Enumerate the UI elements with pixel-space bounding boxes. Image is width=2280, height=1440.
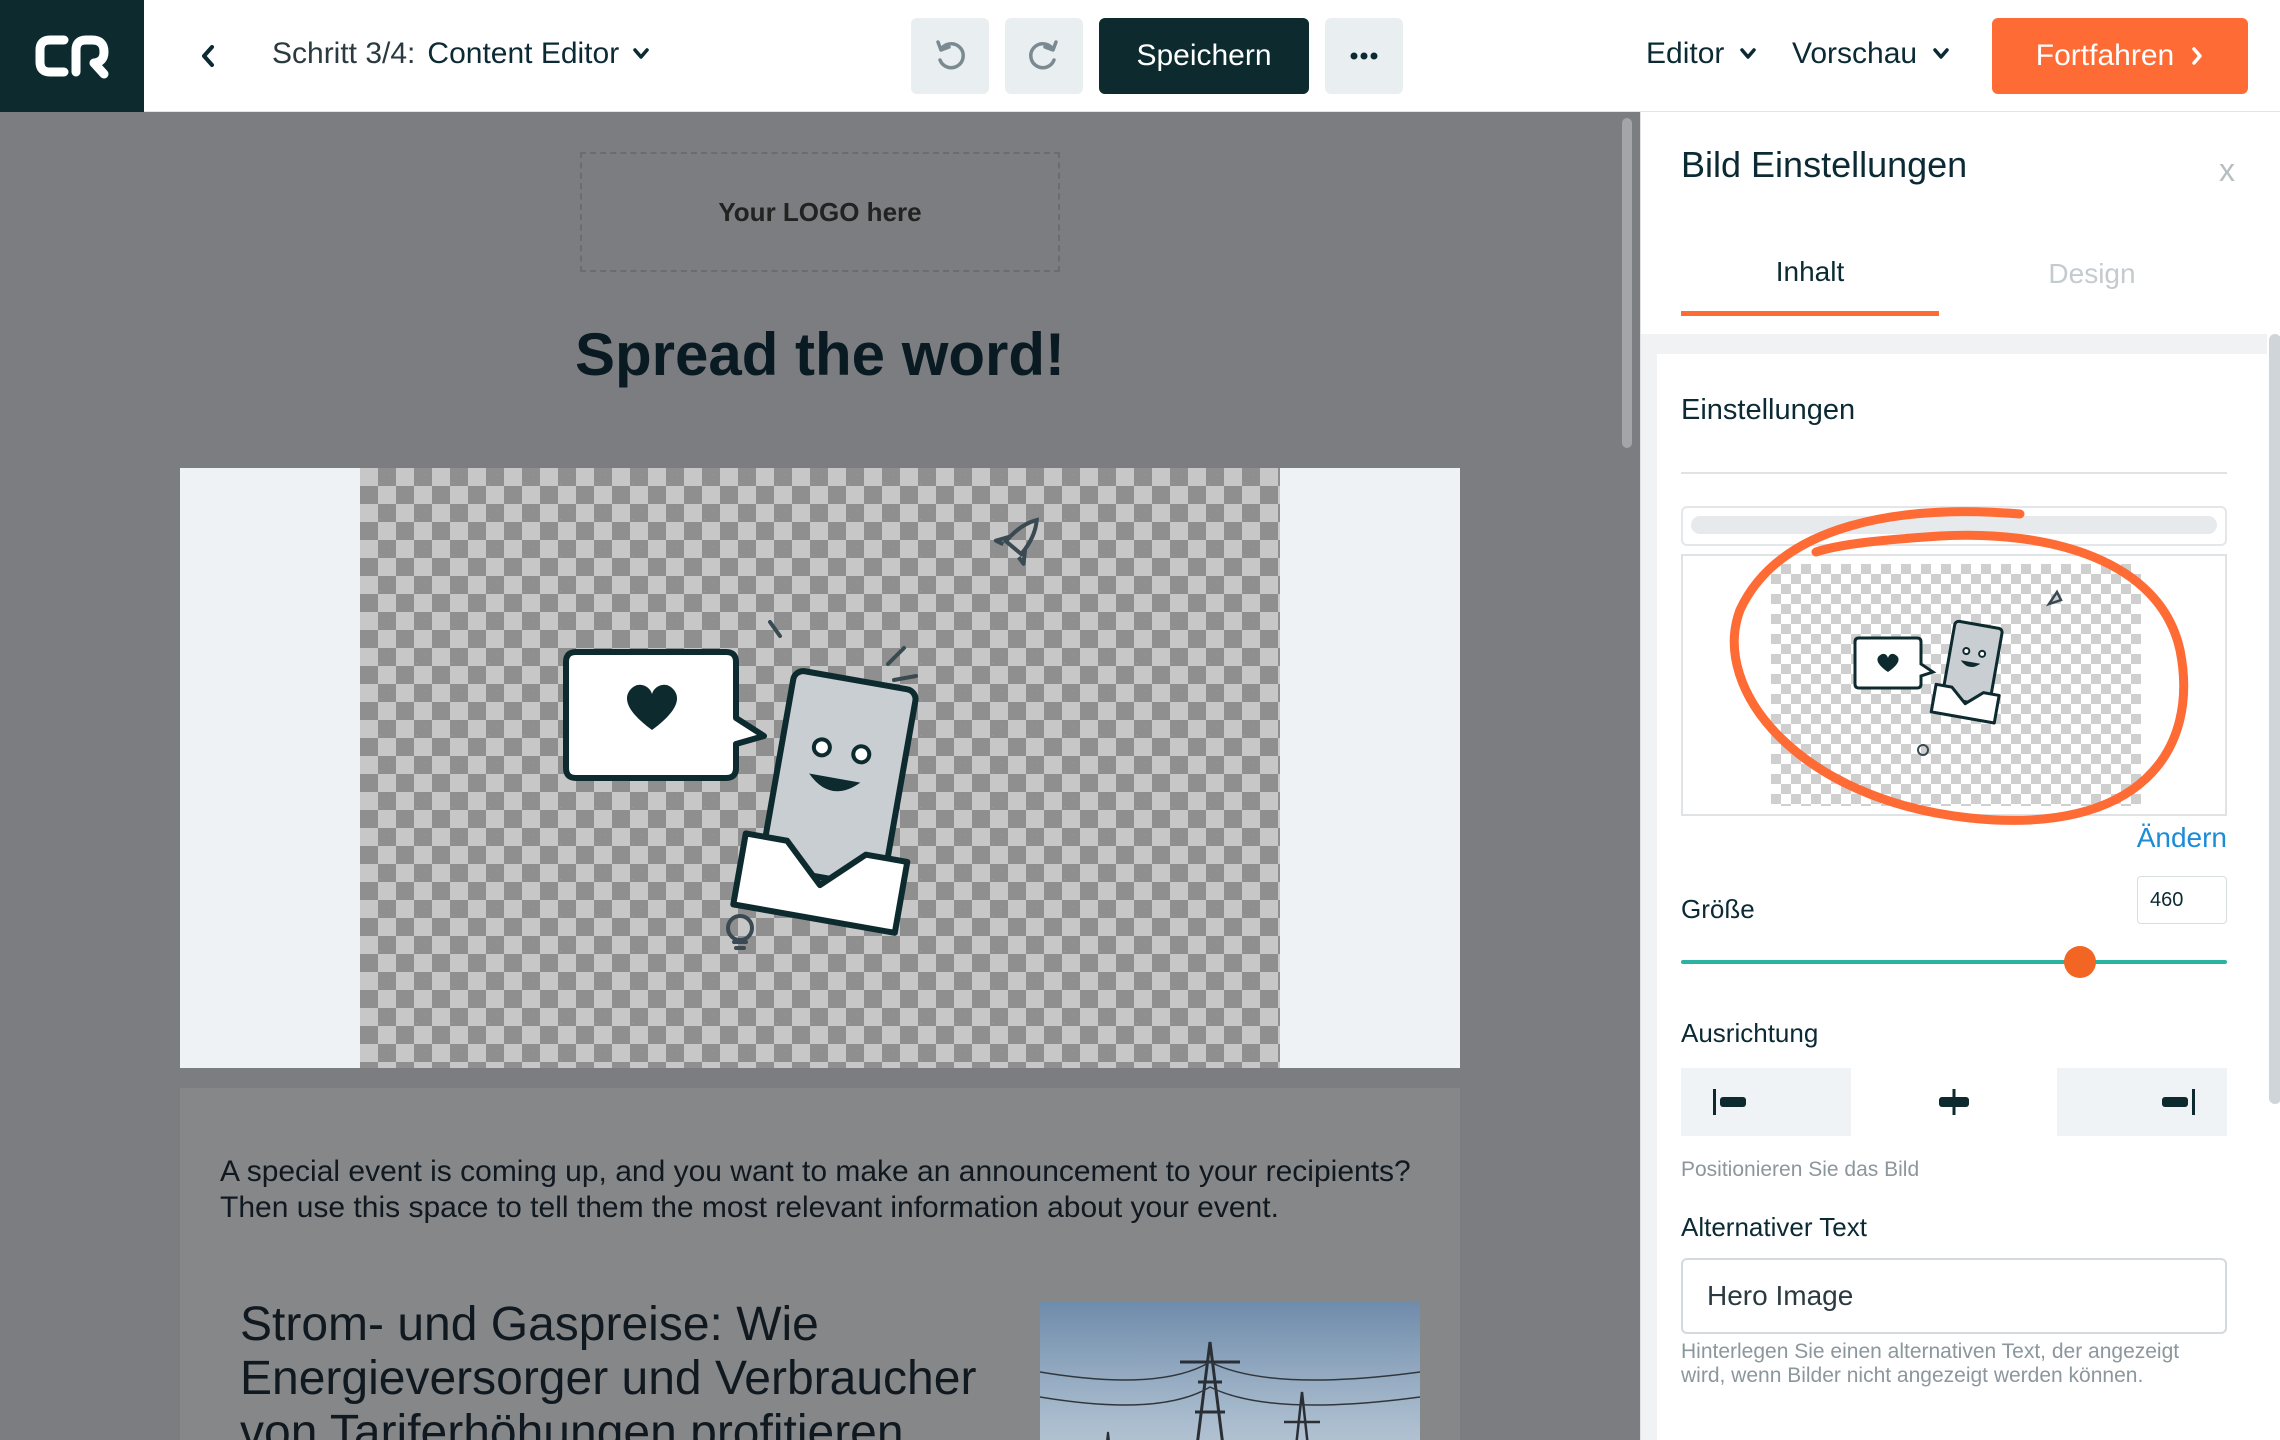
align-center-button[interactable] bbox=[1869, 1068, 2039, 1136]
text-content-block[interactable]: A special event is coming up, and you wa… bbox=[180, 1088, 1460, 1440]
settings-card: Einstellungen Ändern Größe 460 Ausrichtu… bbox=[1657, 354, 2267, 1440]
image-settings-panel: Bild Einstellungen x Inhalt Design Einst… bbox=[1640, 112, 2280, 1440]
change-image-link[interactable]: Ändern bbox=[2107, 822, 2227, 854]
chevron-down-icon bbox=[1933, 48, 1949, 59]
hero-image-block[interactable] bbox=[180, 468, 1460, 1068]
chevron-down-icon bbox=[1740, 48, 1757, 59]
align-left-icon bbox=[1713, 1089, 1746, 1115]
step-prefix: Schritt 3/4: bbox=[272, 37, 416, 70]
close-icon[interactable]: x bbox=[2219, 152, 2235, 189]
power-lines-picture bbox=[1040, 1341, 1420, 1440]
redo-icon bbox=[1029, 40, 1058, 70]
alignment-help-text: Positionieren Sie das Bild bbox=[1681, 1158, 1920, 1181]
hero-illustration bbox=[563, 517, 1039, 950]
align-right-icon bbox=[2162, 1089, 2195, 1115]
save-button[interactable]: Speichern bbox=[1099, 18, 1309, 94]
canvas-scrollbar[interactable] bbox=[1622, 118, 1632, 448]
step-title: Content Editor bbox=[427, 37, 620, 70]
device-character-icon bbox=[730, 668, 919, 936]
chevron-right-icon bbox=[2192, 47, 2202, 65]
more-icon bbox=[1350, 52, 1378, 60]
more-options-button[interactable] bbox=[1325, 18, 1403, 94]
redo-button[interactable] bbox=[1005, 18, 1083, 94]
back-button[interactable] bbox=[188, 34, 228, 78]
editor-canvas: Your LOGO here Spread the word! A specia… bbox=[0, 112, 1640, 1440]
editor-dropdown-label: Editor bbox=[1646, 37, 1725, 70]
logo-placeholder[interactable]: Your LOGO here bbox=[580, 152, 1060, 272]
alt-text-label: Alternativer Text bbox=[1681, 1212, 1867, 1242]
alt-text-help: Hinterlegen Sie einen alternativen Text,… bbox=[1681, 1340, 2180, 1387]
align-left-button[interactable] bbox=[1681, 1068, 1851, 1136]
undo-icon bbox=[936, 40, 965, 70]
size-slider[interactable] bbox=[1681, 946, 2227, 978]
alt-text-input[interactable] bbox=[1681, 1258, 2227, 1334]
panel-tabs: Inhalt Design bbox=[1681, 232, 2241, 316]
editor-dropdown[interactable]: Editor bbox=[1646, 32, 1758, 76]
preview-thumbnail bbox=[1771, 564, 2141, 806]
panel-title: Bild Einstellungen bbox=[1681, 144, 1968, 185]
top-bar: Schritt 3/4: Content Editor Speichern Ed… bbox=[0, 0, 2280, 112]
continue-label: Fortfahren bbox=[2035, 39, 2175, 72]
chevron-left-icon bbox=[202, 45, 214, 67]
article-photo[interactable] bbox=[1040, 1302, 1420, 1440]
preview-dropdown[interactable]: Vorschau bbox=[1792, 32, 1951, 76]
size-input[interactable] bbox=[2137, 876, 2227, 924]
body-text: A special event is coming up, and you wa… bbox=[220, 1155, 1411, 1224]
tab-content[interactable]: Inhalt bbox=[1681, 232, 1939, 316]
section-divider bbox=[1681, 472, 2227, 474]
size-label: Größe bbox=[1681, 894, 1755, 924]
cr-logo-icon bbox=[35, 35, 109, 79]
image-source-bar bbox=[1681, 506, 2227, 546]
continue-button[interactable]: Fortfahren bbox=[1992, 18, 2248, 94]
size-slider-thumb[interactable] bbox=[2063, 946, 2096, 978]
speech-bubble-icon bbox=[563, 649, 767, 781]
rocket-icon bbox=[993, 517, 1039, 566]
lightbulb-icon bbox=[726, 914, 754, 950]
app-logo[interactable] bbox=[0, 0, 144, 112]
undo-button[interactable] bbox=[911, 18, 989, 94]
alignment-label: Ausrichtung bbox=[1681, 1018, 1819, 1048]
align-center-icon bbox=[1939, 1089, 1969, 1115]
preview-illustration bbox=[1853, 589, 2063, 756]
logo-placeholder-text: Your LOGO here bbox=[718, 196, 922, 227]
hero-image[interactable] bbox=[360, 468, 1280, 1068]
image-preview[interactable] bbox=[1681, 554, 2227, 816]
align-right-button[interactable] bbox=[2057, 1068, 2227, 1136]
preview-dropdown-label: Vorschau bbox=[1792, 37, 1918, 70]
email-headline[interactable]: Spread the word! bbox=[180, 320, 1460, 389]
panel-scrollbar[interactable] bbox=[2269, 334, 2280, 1104]
panel-body: Einstellungen Ändern Größe 460 Ausrichtu… bbox=[1641, 334, 2267, 1440]
tab-design[interactable]: Design bbox=[1963, 232, 2221, 316]
chevron-down-icon bbox=[633, 48, 649, 59]
step-selector[interactable]: Schritt 3/4: Content Editor bbox=[272, 32, 651, 76]
article-title: Strom- und Gaspreise: Wie Energieversorg… bbox=[240, 1298, 977, 1440]
section-title: Einstellungen bbox=[1681, 394, 1856, 426]
